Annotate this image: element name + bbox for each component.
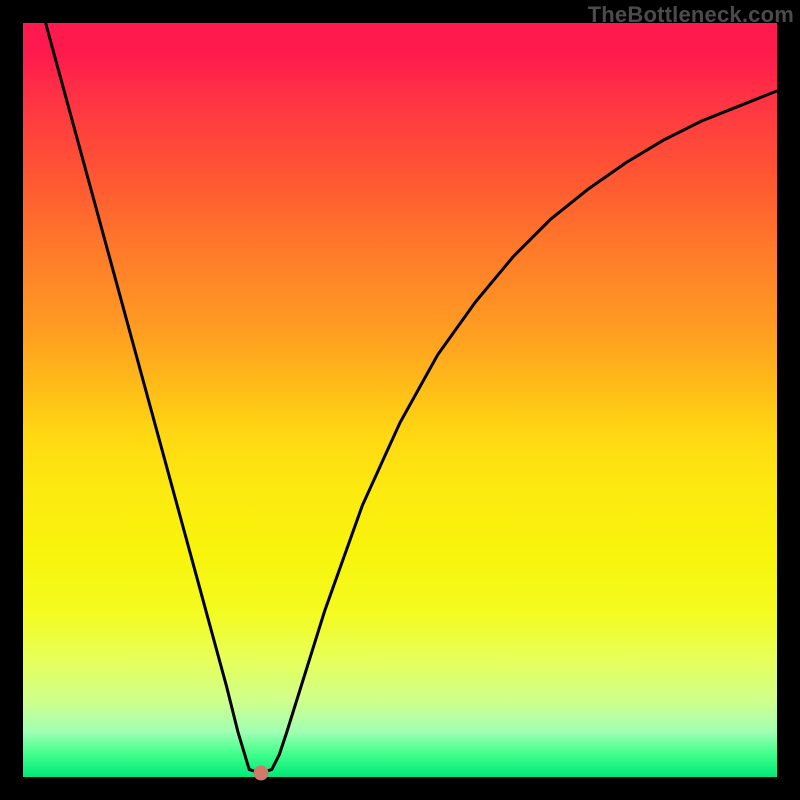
- bottleneck-curve: [23, 23, 777, 777]
- curve-path: [46, 23, 777, 773]
- optimal-point-marker: [253, 766, 268, 781]
- chart-frame: [23, 23, 777, 777]
